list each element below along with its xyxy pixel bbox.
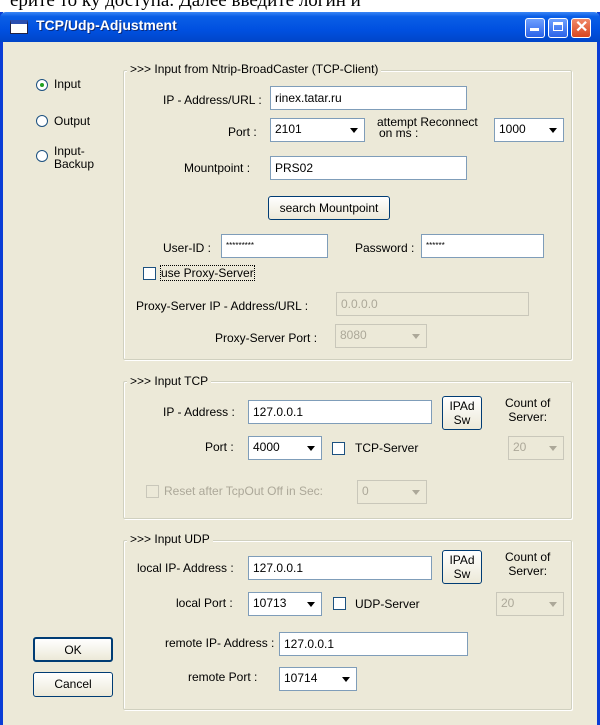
proxy-ip-label: Proxy-Server IP - Address/URL :: [136, 299, 309, 313]
maximize-button[interactable]: [548, 18, 568, 38]
udp-remote-port-value: 10714: [284, 671, 318, 685]
udp-remote-ip-label: remote IP- Address :: [165, 636, 275, 650]
userid-input[interactable]: *********: [221, 234, 328, 258]
udp-remote-port-select[interactable]: 10714: [279, 667, 357, 691]
radio-input[interactable]: [36, 79, 48, 91]
password-input[interactable]: ******: [421, 234, 544, 258]
tcp-ip-label: IP - Address :: [163, 405, 235, 419]
tcp-count-label: Count of Server:: [505, 396, 550, 424]
radio-output[interactable]: [36, 115, 48, 127]
radio-output-label: Output: [54, 114, 91, 128]
ntrip-group-legend: >>> Input from Ntrip-BroadCaster (TCP-Cl…: [127, 62, 382, 76]
mountpoint-label: Mountpoint :: [184, 161, 251, 175]
reconnect-value: 1000: [499, 122, 526, 136]
reset-label: Reset after TcpOut Off in Sec:: [164, 484, 323, 498]
use-proxy-checkbox[interactable]: [143, 267, 156, 280]
chevron-down-icon[interactable]: [407, 326, 425, 346]
udp-remote-ip-input[interactable]: 127.0.0.1: [279, 632, 468, 656]
tcp-group-legend: >>> Input TCP: [127, 374, 212, 388]
radio-input-label: Input: [54, 77, 81, 91]
ok-button[interactable]: OK: [33, 637, 113, 662]
udp-count-value: 20: [501, 596, 515, 610]
chevron-down-icon[interactable]: [544, 120, 562, 140]
reset-checkbox[interactable]: [146, 485, 159, 498]
udp-group-legend: >>> Input UDP: [127, 532, 213, 546]
ntrip-port-value: 2101: [275, 122, 302, 136]
close-icon: ✕: [575, 19, 589, 36]
proxy-port-label: Proxy-Server Port :: [215, 331, 318, 345]
udp-local-ip-input[interactable]: 127.0.0.1: [248, 556, 432, 580]
tcp-ipad-sw-button[interactable]: IPAd Sw: [442, 396, 482, 430]
udp-server-checkbox[interactable]: [333, 597, 346, 610]
mountpoint-input[interactable]: PRS02: [270, 156, 467, 180]
udp-local-port-value: 10713: [253, 596, 287, 610]
minimize-button[interactable]: [525, 18, 545, 38]
udp-count-label-1: Count of: [505, 550, 551, 564]
tcp-count-label-1: Count of: [505, 396, 551, 410]
ntrip-port-label: Port :: [228, 125, 257, 139]
minimize-icon: [530, 28, 539, 31]
udp-server-label: UDP-Server: [355, 597, 420, 611]
userid-label: User-ID :: [163, 241, 211, 255]
udp-ipad-label: IPAd: [449, 553, 475, 567]
udp-count-label-2: Server:: [508, 564, 548, 578]
chevron-down-icon[interactable]: [345, 120, 363, 140]
udp-local-port-select[interactable]: 10713: [248, 592, 322, 616]
chevron-down-icon[interactable]: [302, 594, 320, 614]
window-title: TCP/Udp-Adjustment: [36, 17, 177, 33]
password-label: Password :: [355, 241, 415, 255]
udp-sw-label: Sw: [453, 567, 471, 581]
reset-select[interactable]: 0: [357, 480, 427, 504]
tcp-server-label: TCP-Server: [355, 441, 419, 455]
cancel-button[interactable]: Cancel: [33, 672, 113, 697]
reconnect-label: attempt Reconnect on ms :: [377, 116, 478, 140]
ntrip-ip-input[interactable]: rinex.tatar.ru: [270, 86, 467, 110]
tcp-ipad-label: IPAd: [449, 399, 475, 413]
reset-value: 0: [362, 484, 369, 498]
use-proxy-label: use Proxy-Server: [160, 265, 255, 281]
udp-local-port-label: local Port :: [176, 596, 233, 610]
proxy-ip-input[interactable]: 0.0.0.0: [336, 292, 529, 316]
tcp-port-label: Port :: [205, 440, 234, 454]
tcp-sw-label: Sw: [453, 413, 471, 427]
radio-input-backup-label: Input-Backup: [54, 144, 95, 171]
tcp-ip-input[interactable]: 127.0.0.1: [248, 400, 432, 424]
udp-ipad-sw-button[interactable]: IPAd Sw: [442, 550, 482, 584]
tcp-count-select[interactable]: 20: [508, 436, 564, 460]
tcp-port-select[interactable]: 4000: [248, 436, 322, 460]
chevron-down-icon[interactable]: [337, 669, 355, 689]
chevron-down-icon[interactable]: [544, 594, 562, 614]
tcp-count-label-2: Server:: [508, 410, 548, 424]
udp-local-ip-label: local IP- Address :: [137, 561, 234, 575]
reconnect-label-line2: on ms :: [379, 126, 419, 140]
close-button[interactable]: ✕: [571, 18, 591, 38]
chevron-down-icon[interactable]: [544, 438, 562, 458]
window-icon: [10, 20, 28, 34]
tcp-server-checkbox[interactable]: [332, 442, 345, 455]
proxy-port-value: 8080: [340, 328, 367, 342]
tcp-count-value: 20: [513, 440, 527, 454]
udp-remote-port-label: remote Port :: [188, 670, 258, 684]
chevron-down-icon[interactable]: [302, 438, 320, 458]
ntrip-port-select[interactable]: 2101: [270, 118, 365, 142]
udp-count-select[interactable]: 20: [496, 592, 564, 616]
reconnect-select[interactable]: 1000: [494, 118, 564, 142]
chevron-down-icon[interactable]: [407, 482, 425, 502]
radio-input-backup[interactable]: [36, 150, 48, 162]
ntrip-ip-label: IP - Address/URL :: [163, 93, 262, 107]
search-mountpoint-button[interactable]: search Mountpoint: [268, 196, 390, 220]
udp-count-label: Count of Server:: [505, 550, 550, 578]
proxy-port-select[interactable]: 8080: [335, 324, 427, 348]
tcp-port-value: 4000: [253, 440, 280, 454]
maximize-icon: [553, 22, 563, 31]
